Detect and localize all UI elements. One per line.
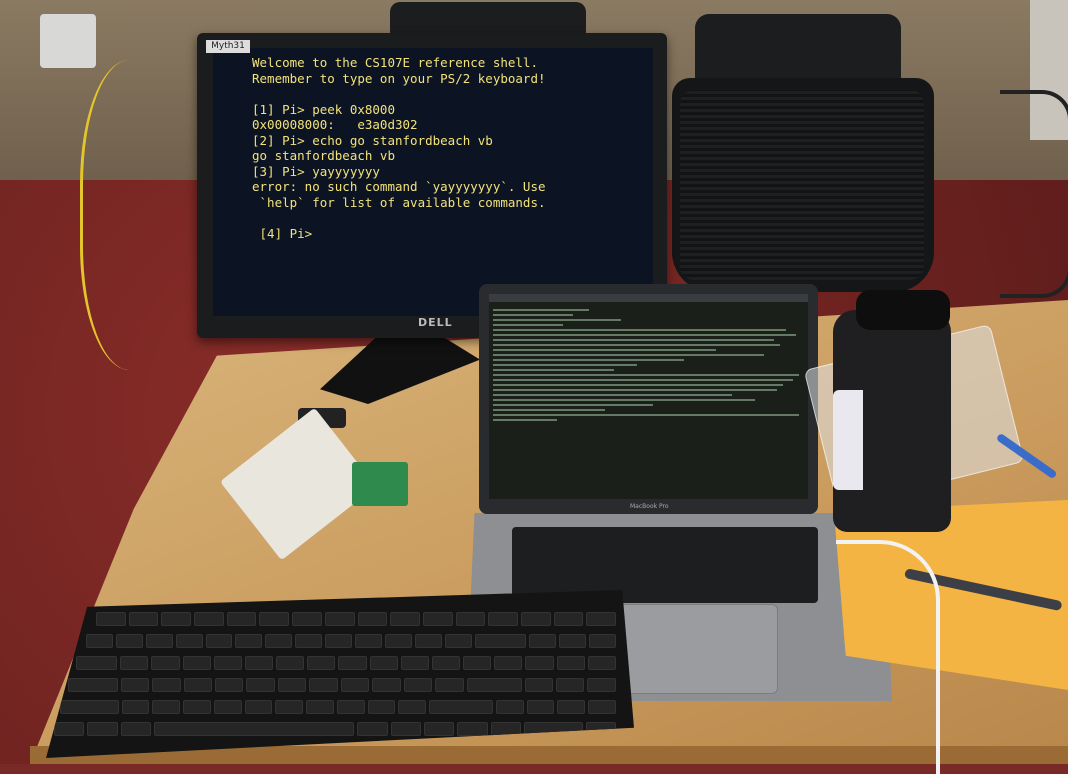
terminal-line: [2] Pi> echo go stanfordbeach vb: [252, 132, 493, 148]
terminal-line: Welcome to the CS107E reference shell.: [252, 55, 538, 70]
background-chair: [695, 14, 901, 86]
laptop-keyboard[interactable]: [512, 527, 818, 603]
background-chair-back: [390, 2, 586, 36]
terminal-line: go stanfordbeach vb: [252, 148, 395, 163]
terminal-line: [252, 210, 546, 226]
water-bottle-label: [833, 390, 863, 490]
terminal-prompt[interactable]: [4] Pi>: [252, 226, 546, 242]
terminal-line: `help` for list of available commands.: [252, 194, 546, 210]
yellow-cable: [80, 60, 203, 370]
white-charging-cable: [836, 540, 940, 774]
laptop-terminal-screen[interactable]: [489, 294, 808, 499]
terminal-line: [252, 86, 546, 102]
terminal-line: [3] Pi> yayyyyyyy: [252, 163, 380, 179]
power-outlet-box: [40, 14, 96, 68]
terminal-line: 0x00008000: e3a0d302: [252, 117, 418, 132]
water-bottle-cap: [856, 290, 950, 330]
right-chair-frame: [1000, 90, 1068, 298]
laptop-trackpad[interactable]: [608, 604, 778, 694]
keyboard-row: [68, 678, 616, 692]
keyboard-row: [96, 612, 616, 626]
keyboard-row: [60, 700, 616, 714]
office-chair-mesh: [680, 90, 924, 280]
terminal-line: error: no such command `yayyyyyyy`. Use: [252, 179, 546, 194]
raspberry-pi-board: [352, 462, 408, 506]
keyboard-row: [76, 656, 616, 670]
dell-logo: DELL: [418, 316, 453, 329]
terminal-output: Welcome to the CS107E reference shell. R…: [252, 55, 546, 241]
keyboard-row: [86, 634, 617, 648]
terminal-line: Remember to type on your PS/2 keyboard!: [252, 70, 546, 86]
laptop-brand-label: MacBook Pro: [630, 503, 669, 510]
terminal-line: [1] Pi> peek 0x8000: [252, 101, 395, 117]
asset-tag-label: Myth31: [206, 40, 250, 53]
laptop-menubar: [489, 294, 808, 302]
